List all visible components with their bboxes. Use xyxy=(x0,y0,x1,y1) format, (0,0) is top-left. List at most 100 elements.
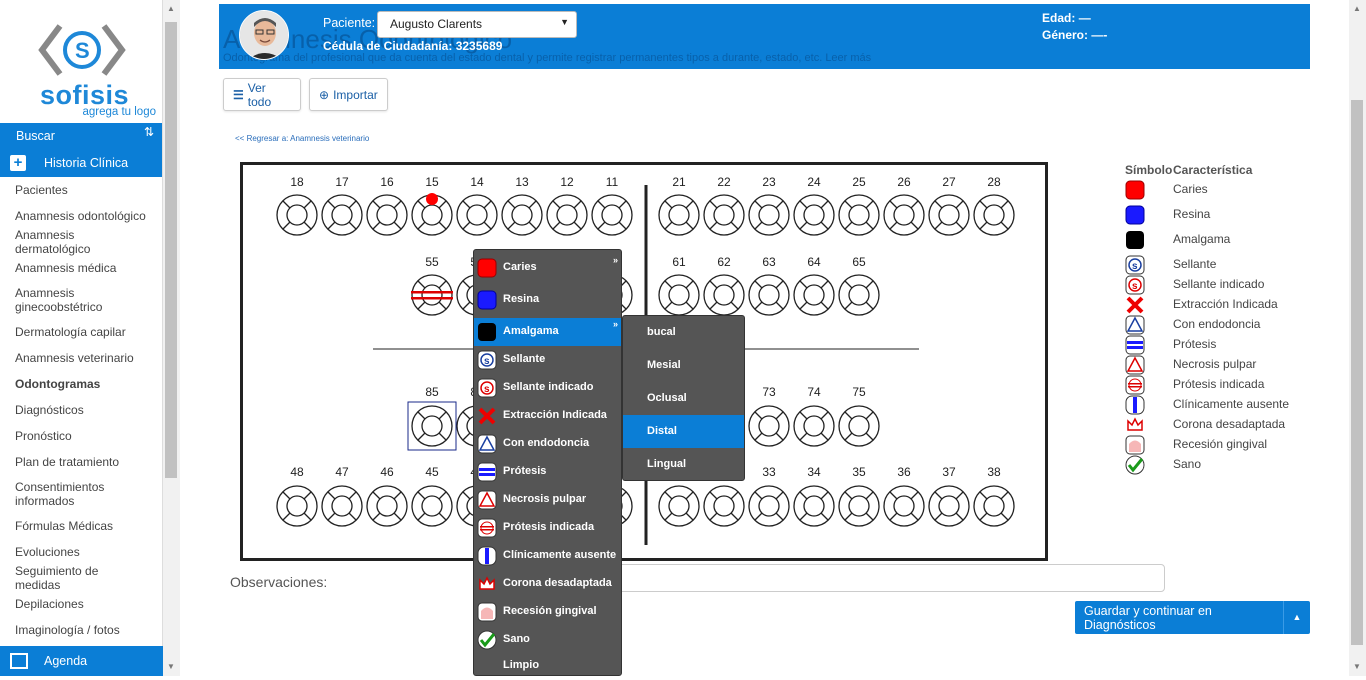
sidebar-item-3[interactable]: Anamnesis médica xyxy=(0,255,162,281)
tooth-number: 48 xyxy=(290,465,304,479)
submenu-item[interactable]: bucal xyxy=(623,316,744,349)
tooth[interactable] xyxy=(793,485,835,527)
tooth[interactable] xyxy=(366,194,408,236)
tooth[interactable] xyxy=(658,274,700,316)
sidebar-item-agenda[interactable]: Agenda xyxy=(0,646,163,676)
tooth[interactable] xyxy=(748,405,790,447)
tooth[interactable] xyxy=(591,194,633,236)
sort-icon[interactable]: ⇅ xyxy=(144,125,154,139)
context-menu-item[interactable]: Recesión gingival xyxy=(474,598,621,626)
tooth[interactable] xyxy=(928,485,970,527)
page-scrollbar[interactable]: ▲ ▼ xyxy=(1349,0,1366,676)
tooth[interactable] xyxy=(838,405,880,447)
tooth[interactable] xyxy=(366,485,408,527)
tooth[interactable] xyxy=(928,194,970,236)
sidebar-scroll-thumb[interactable] xyxy=(165,22,177,478)
caret-up-icon[interactable]: ▲ xyxy=(1283,601,1310,634)
sidebar-item-7[interactable]: Odontogramas xyxy=(0,371,162,397)
tooth[interactable] xyxy=(501,194,543,236)
patient-gender: Género: —- xyxy=(1042,28,1107,42)
tooth[interactable] xyxy=(546,194,588,236)
tooth[interactable] xyxy=(748,274,790,316)
context-menu-item[interactable]: Corona desadaptada xyxy=(474,570,621,598)
tooth[interactable] xyxy=(411,274,453,316)
tooth[interactable] xyxy=(838,194,880,236)
logo-tagline[interactable]: agrega tu logo xyxy=(82,106,156,118)
sidebar-item-5[interactable]: Dermatología capilar xyxy=(0,319,162,345)
context-menu-item[interactable]: s Sellante xyxy=(474,346,621,374)
context-menu-item[interactable]: s Sellante indicado xyxy=(474,374,621,402)
historia-clinica-header[interactable]: + Historia Clínica xyxy=(0,149,162,177)
import-button[interactable]: ⊕ Importar xyxy=(309,78,388,111)
context-menu-item[interactable]: Prótesis xyxy=(474,458,621,486)
tooth[interactable] xyxy=(793,405,835,447)
tooth[interactable] xyxy=(748,194,790,236)
tooth[interactable] xyxy=(411,485,453,527)
context-menu-item[interactable]: Clínicamente ausente xyxy=(474,542,621,570)
submenu-item[interactable]: Oclusal xyxy=(623,382,744,415)
page-scroll-thumb[interactable] xyxy=(1351,100,1363,645)
submenu-item[interactable]: Distal xyxy=(623,415,744,448)
sidebar-scrollbar[interactable]: ▲ ▼ xyxy=(163,0,180,676)
tooth[interactable] xyxy=(276,485,318,527)
tooth[interactable] xyxy=(276,194,318,236)
tooth[interactable] xyxy=(703,485,745,527)
tooth[interactable] xyxy=(456,194,498,236)
sellante-indicado-icon: s xyxy=(477,378,497,398)
sidebar-item-11[interactable]: Consentimientos informados xyxy=(0,475,162,513)
submenu-item[interactable]: Mesial xyxy=(623,349,744,382)
patient-select[interactable]: Augusto Clarents ▼ xyxy=(377,11,577,38)
context-menu-item[interactable]: Resina xyxy=(474,286,621,314)
sidebar-item-10[interactable]: Plan de tratamiento xyxy=(0,449,162,475)
sidebar-item-16[interactable]: Imaginología / fotos xyxy=(0,617,162,643)
context-menu-item[interactable]: Extracción Indicada xyxy=(474,402,621,430)
tooth[interactable] xyxy=(321,194,363,236)
sidebar-item-6[interactable]: Anamnesis veterinario xyxy=(0,345,162,371)
back-link[interactable]: << Regresar a: Anamnesis veterinario xyxy=(235,134,369,143)
context-menu-item[interactable]: Prótesis indicada xyxy=(474,514,621,542)
scroll-up-arrow-icon[interactable]: ▲ xyxy=(167,4,175,13)
context-menu-item[interactable]: Sano xyxy=(474,626,621,654)
tooth[interactable] xyxy=(838,274,880,316)
tooth[interactable] xyxy=(883,485,925,527)
sidebar-item-13[interactable]: Evoluciones xyxy=(0,539,162,565)
submenu-arrow-icon: » xyxy=(612,319,618,329)
sidebar-item-14[interactable]: Seguimiento de medidas xyxy=(0,564,162,592)
scroll-up-arrow-icon[interactable]: ▲ xyxy=(1353,4,1361,13)
tooth[interactable] xyxy=(748,485,790,527)
context-menu-item[interactable]: Con endodoncia xyxy=(474,430,621,458)
scroll-down-arrow-icon[interactable]: ▼ xyxy=(1353,662,1361,671)
tooth[interactable] xyxy=(703,194,745,236)
sidebar-item-8[interactable]: Diagnósticos xyxy=(0,397,162,423)
context-menu-item[interactable]: Necrosis pulpar xyxy=(474,486,621,514)
tooth[interactable] xyxy=(793,274,835,316)
tooth[interactable] xyxy=(658,194,700,236)
tooth[interactable] xyxy=(658,485,700,527)
sidebar-item-2[interactable]: Anamnesis dermatológico xyxy=(0,228,162,256)
tooth[interactable] xyxy=(411,193,453,236)
red-square-icon xyxy=(477,258,497,278)
sidebar-item-9[interactable]: Pronóstico xyxy=(0,423,162,449)
tooth[interactable] xyxy=(321,485,363,527)
tooth[interactable] xyxy=(793,194,835,236)
sidebar-item-12[interactable]: Fórmulas Médicas xyxy=(0,513,162,539)
tooth[interactable] xyxy=(973,194,1015,236)
tooth-number: 73 xyxy=(762,385,776,399)
scroll-down-arrow-icon[interactable]: ▼ xyxy=(167,662,175,671)
submenu-item[interactable]: Lingual xyxy=(623,448,744,481)
tooth[interactable] xyxy=(838,485,880,527)
save-continue-button[interactable]: Guardar y continuar en Diagnósticos ▲ xyxy=(1075,601,1310,634)
context-menu-item[interactable]: Caries » xyxy=(474,254,621,282)
tooth[interactable] xyxy=(973,485,1015,527)
search-toggle[interactable]: Buscar ⇅ xyxy=(0,123,162,149)
view-all-button[interactable]: ☰ Ver todo xyxy=(223,78,301,111)
sidebar-item-1[interactable]: Anamnesis odontológico xyxy=(0,203,162,229)
tooth[interactable] xyxy=(883,194,925,236)
sidebar-item-15[interactable]: Depilaciones xyxy=(0,591,162,617)
context-menu-item[interactable]: Amalgama » xyxy=(474,318,621,346)
sidebar-item-0[interactable]: Pacientes xyxy=(0,177,162,203)
tooth[interactable] xyxy=(703,274,745,316)
necrosis-icon xyxy=(477,490,497,510)
tooth[interactable] xyxy=(407,401,457,451)
sidebar-item-4[interactable]: Anamnesis ginecoobstétrico xyxy=(0,281,162,319)
